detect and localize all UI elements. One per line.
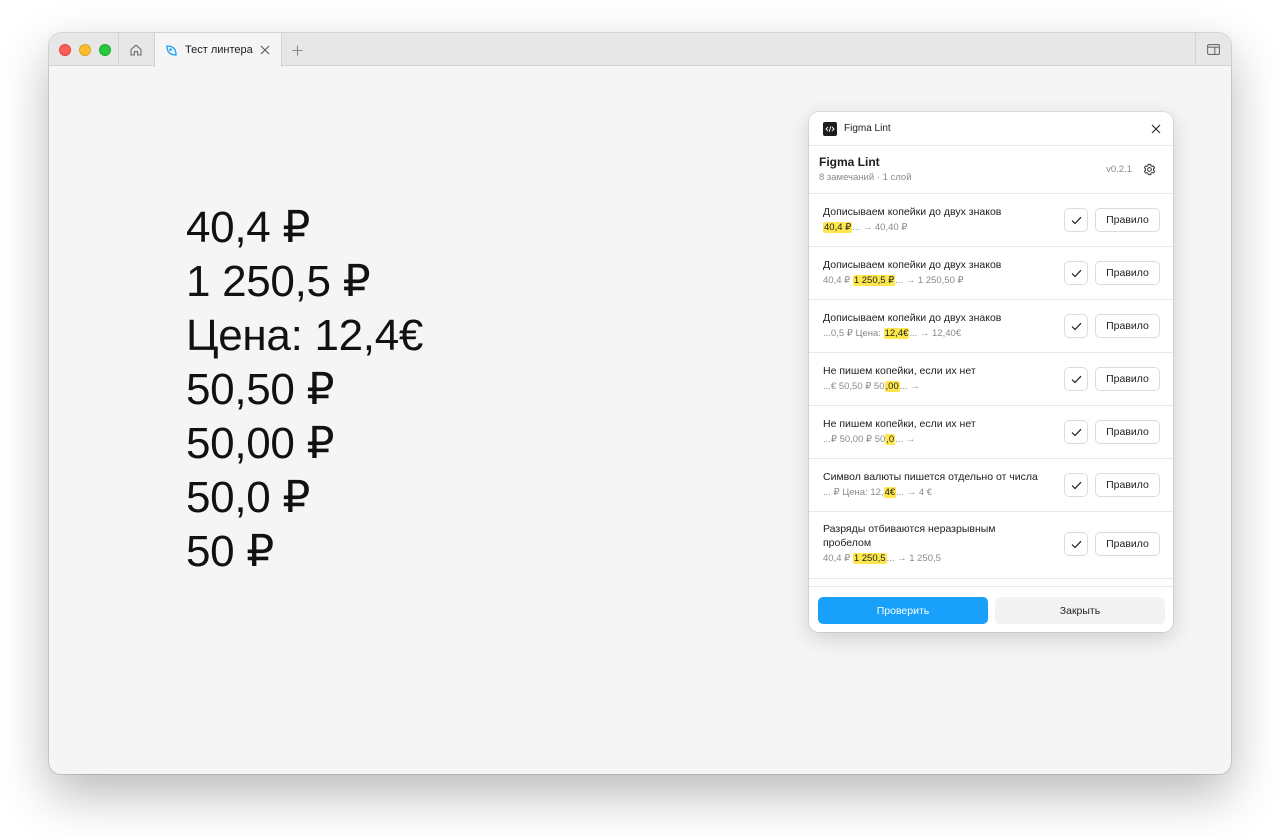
issue-snippet: 40,4 ₽ 1 250,5... → 1 250,5 <box>823 553 941 564</box>
issue-title: Символ валюты пишется отдельно от числа <box>823 471 1038 483</box>
list-item: Не пишем копейки, если их нет ...€ 50,50… <box>809 353 1173 406</box>
checkmark-icon <box>1071 481 1081 489</box>
maximize-window-button[interactable] <box>99 44 111 56</box>
settings-button[interactable] <box>1141 161 1157 177</box>
plugin-header: Figma Lint <box>809 112 1173 146</box>
accept-fix-button[interactable] <box>1064 261 1088 285</box>
accept-fix-button[interactable] <box>1064 473 1088 497</box>
list-item: Символ валюты пишется отдельно от числа … <box>809 459 1173 512</box>
new-tab-button[interactable] <box>289 42 305 58</box>
issue-highlight: 1 250,5 <box>852 553 887 564</box>
issue-highlight: ,00 <box>884 381 900 392</box>
canvas-line: 50 ₽ <box>186 527 274 576</box>
sidebar-toggle-icon <box>1207 44 1220 55</box>
rule-button[interactable]: Правило <box>1095 208 1160 232</box>
canvas-line: 50,50 ₽ <box>186 365 335 414</box>
plugin-header-title: Figma Lint <box>844 123 891 134</box>
issue-highlight: 12,4€ <box>883 328 910 339</box>
canvas-line: 50,0 ₽ <box>186 473 311 522</box>
gear-icon <box>1143 163 1155 175</box>
issue-highlight: 4€ <box>883 487 897 498</box>
close-button[interactable]: Закрыть <box>995 597 1165 624</box>
plugin-footer: Проверить Закрыть <box>809 586 1173 632</box>
title-bar: Тест линтера <box>49 33 1231 67</box>
rule-button[interactable]: Правило <box>1095 473 1160 497</box>
issue-snippet: ...0,5 ₽ Цена: 12,4€... → 12,40€ <box>823 328 962 339</box>
accept-fix-button[interactable] <box>1064 420 1088 444</box>
list-item: Не пишем копейки, если их нет ...₽ 50,00… <box>809 406 1173 459</box>
plugin-name: Figma Lint <box>819 155 880 169</box>
plugin-version: v0.2.1 <box>1106 164 1132 175</box>
canvas-line: 50,00 ₽ <box>186 419 335 468</box>
issue-highlight: ,0 <box>885 434 896 445</box>
browser-window: Тест линтера 40,4 ₽ 1 250,5 ₽ Цена: 12,4… <box>49 33 1231 774</box>
checkmark-icon <box>1071 269 1081 277</box>
issue-title: Не пишем копейки, если их нет <box>823 418 976 430</box>
plugin-window: Figma Lint Figma Lint 8 замечаний · 1 сл… <box>809 112 1173 632</box>
canvas-line: Цена: 12,4€ <box>186 311 424 360</box>
close-icon <box>260 45 270 55</box>
canvas-line: 40,4 ₽ <box>186 203 311 252</box>
plugin-close-button[interactable] <box>1149 122 1163 136</box>
issue-snippet: ...€ 50,50 ₽ 50,00... → <box>823 381 920 392</box>
home-icon <box>130 44 142 56</box>
close-icon <box>1151 124 1161 134</box>
rule-button[interactable]: Правило <box>1095 367 1160 391</box>
plugin-subheader: Figma Lint 8 замечаний · 1 слой v0.2.1 <box>809 146 1173 194</box>
accept-fix-button[interactable] <box>1064 367 1088 391</box>
checkmark-icon <box>1071 375 1081 383</box>
accept-fix-button[interactable] <box>1064 532 1088 556</box>
accept-fix-button[interactable] <box>1064 208 1088 232</box>
list-item: Дописываем копейки до двух знаков ...0,5… <box>809 300 1173 353</box>
list-item: Дописываем копейки до двух знаков 40,4 ₽… <box>809 247 1173 300</box>
issues-summary: 8 замечаний · 1 слой <box>819 172 912 183</box>
tab-close-button[interactable] <box>258 43 272 57</box>
code-icon <box>823 121 837 136</box>
rule-button[interactable]: Правило <box>1095 532 1160 556</box>
plus-icon <box>292 45 302 55</box>
issue-title: Не пишем копейки, если их нет <box>823 365 976 377</box>
figma-leaf-icon <box>166 44 177 56</box>
rule-button[interactable]: Правило <box>1095 261 1160 285</box>
issue-title: Разряды отбиваются неразрывным пробелом <box>823 523 996 549</box>
issue-snippet: ...₽ 50,00 ₽ 50,0... → <box>823 434 916 445</box>
rule-button[interactable]: Правило <box>1095 420 1160 444</box>
sidebar-toggle-button[interactable] <box>1195 33 1231 66</box>
issue-title: Дописываем копейки до двух знаков <box>823 312 1002 324</box>
canvas-line: 1 250,5 ₽ <box>186 257 371 306</box>
issue-highlight: 1 250,5 ₽ <box>852 275 896 286</box>
checkmark-icon <box>1071 428 1081 436</box>
checkmark-icon <box>1071 540 1081 548</box>
list-item: Разряды отбиваются неразрывным пробелом … <box>809 512 1173 579</box>
titlebar-divider <box>118 33 119 66</box>
issue-highlight: 40,4 ₽ <box>823 222 853 233</box>
browser-tab[interactable]: Тест линтера <box>154 33 282 67</box>
rule-button[interactable]: Правило <box>1095 314 1160 338</box>
issue-title: Дописываем копейки до двух знаков <box>823 206 1002 218</box>
issues-list[interactable]: Дописываем копейки до двух знаков 40,4 ₽… <box>809 194 1173 586</box>
accept-fix-button[interactable] <box>1064 314 1088 338</box>
tab-title: Тест линтера <box>185 44 253 56</box>
canvas-text-layer[interactable]: 40,4 ₽ 1 250,5 ₽ Цена: 12,4€ 50,50 ₽ 50,… <box>186 201 423 579</box>
checkmark-icon <box>1071 322 1081 330</box>
close-window-button[interactable] <box>59 44 71 56</box>
issue-snippet: 40,4 ₽ 1 250,5 ₽... → 1 250,50 ₽ <box>823 275 964 286</box>
check-button[interactable]: Проверить <box>818 597 988 624</box>
issue-title: Дописываем копейки до двух знаков <box>823 259 1002 271</box>
checkmark-icon <box>1071 216 1081 224</box>
issue-snippet: 40,4 ₽... → 40,40 ₽ <box>823 222 908 233</box>
home-button[interactable] <box>125 39 147 61</box>
minimize-window-button[interactable] <box>79 44 91 56</box>
issue-snippet: ... ₽ Цена: 12,4€... → 4 € <box>823 487 933 498</box>
list-item: Дописываем копейки до двух знаков 40,4 ₽… <box>809 194 1173 247</box>
